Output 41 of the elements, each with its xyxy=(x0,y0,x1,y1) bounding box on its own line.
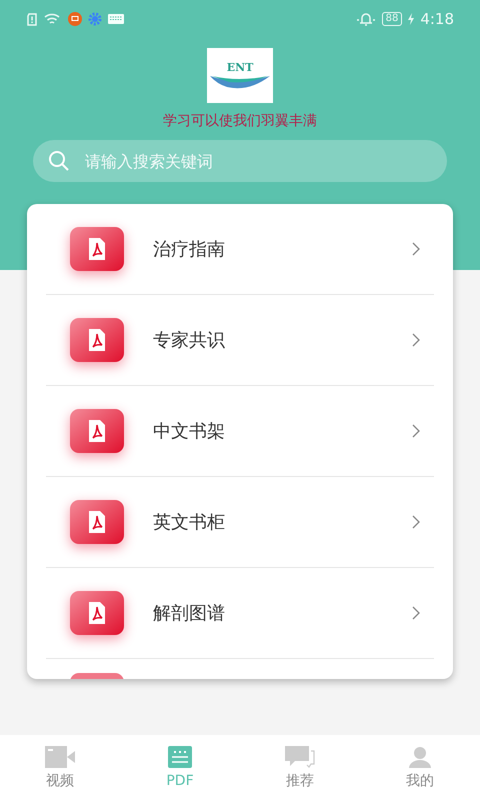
sim-alert-icon xyxy=(26,12,38,26)
clock-time: 4:18 xyxy=(420,8,454,30)
app-notification-icon xyxy=(68,12,82,26)
nav-tab[interactable]: 我的 xyxy=(360,735,480,800)
pdf-icon xyxy=(70,318,124,362)
category-row[interactable]: 治疗指南 xyxy=(46,204,434,295)
search-icon xyxy=(47,149,71,173)
category-label: 英文书柜 xyxy=(153,510,226,534)
slogan-text: 学习可以使我们羽翼丰满 xyxy=(163,112,317,131)
gear-icon xyxy=(88,12,102,26)
chat-bubbles-icon xyxy=(285,746,315,768)
charging-icon xyxy=(408,13,414,25)
pdf-icon xyxy=(70,591,124,635)
category-label: 治疗指南 xyxy=(153,238,226,262)
video-camera-icon xyxy=(45,746,75,768)
pdf-icon xyxy=(70,673,124,679)
chevron-right-icon xyxy=(412,515,420,529)
nav-tab[interactable]: 视频 xyxy=(0,735,120,800)
keyboard-icon xyxy=(108,14,124,24)
chevron-right-icon xyxy=(412,333,420,347)
user-icon xyxy=(408,746,432,768)
category-label: 中文书架 xyxy=(153,420,226,444)
category-row[interactable]: 中文书架 xyxy=(46,386,434,477)
logo-text: ENT xyxy=(226,62,254,74)
pdf-icon xyxy=(70,227,124,271)
category-row[interactable]: 解剖图谱 xyxy=(46,568,434,659)
document-icon xyxy=(168,746,192,768)
category-row[interactable]: 专家共识 xyxy=(46,295,434,386)
category-row[interactable]: 英文书柜 xyxy=(46,477,434,568)
battery-level: 88 xyxy=(382,12,402,26)
feather-icon xyxy=(209,74,271,90)
category-label: 专家共识 xyxy=(153,328,226,352)
bell-icon xyxy=(356,11,376,27)
wifi-icon xyxy=(44,12,62,26)
chevron-right-icon xyxy=(412,606,420,620)
chevron-right-icon xyxy=(412,242,420,256)
chevron-right-icon xyxy=(412,424,420,438)
pdf-icon xyxy=(70,500,124,544)
pdf-icon xyxy=(70,409,124,453)
nav-tab[interactable]: 推荐 xyxy=(240,735,360,800)
category-label: 解剖图谱 xyxy=(153,602,226,626)
